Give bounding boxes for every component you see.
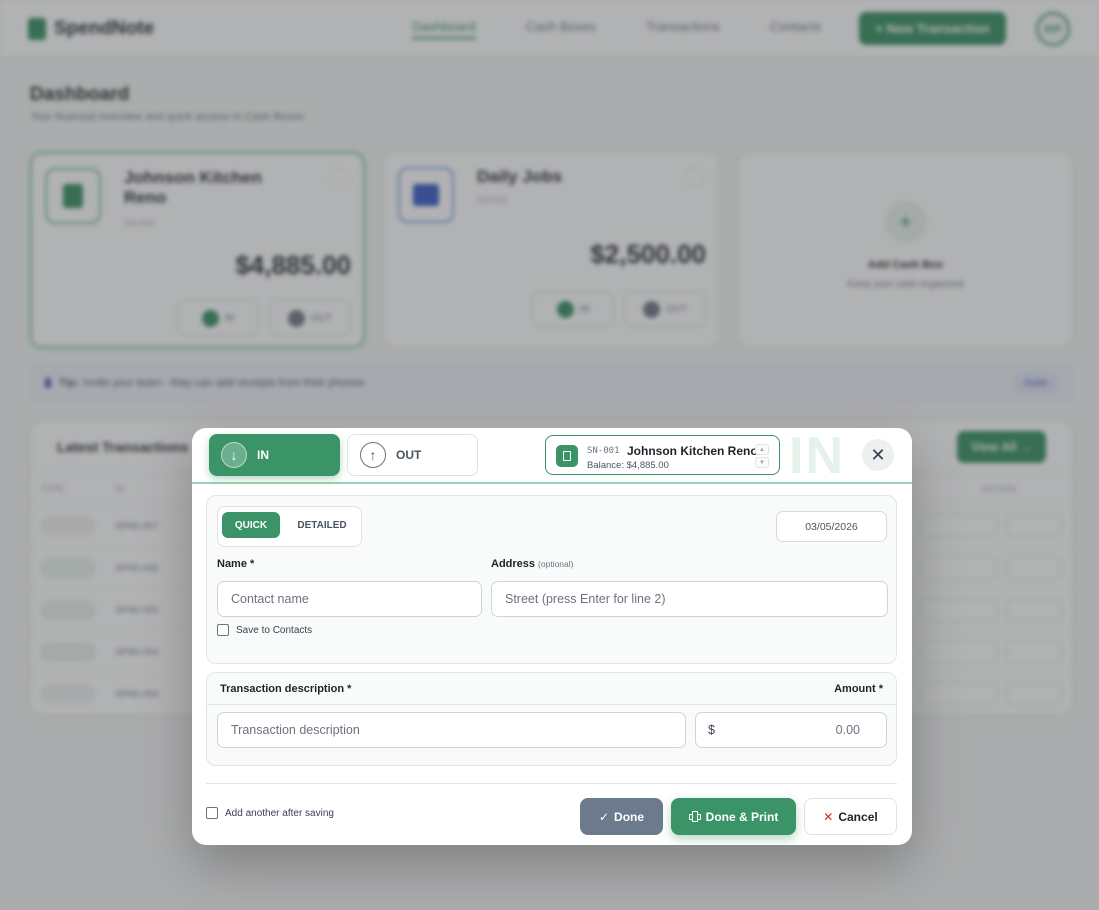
address-input[interactable] bbox=[491, 581, 888, 617]
transaction-section-header: Transaction description * Amount * bbox=[207, 673, 896, 705]
close-icon: ✕ bbox=[823, 809, 834, 824]
add-another-row[interactable]: Add another after saving bbox=[206, 807, 334, 819]
close-button[interactable]: ✕ bbox=[862, 439, 894, 471]
close-icon: ✕ bbox=[870, 444, 886, 465]
name-label: Name * bbox=[217, 558, 254, 570]
cash-box-icon bbox=[556, 445, 578, 467]
check-icon: ✓ bbox=[598, 809, 610, 824]
address-label: Address (optional) bbox=[491, 558, 573, 570]
date-input[interactable] bbox=[776, 511, 887, 542]
save-to-contacts-label: Save to Contacts bbox=[236, 624, 313, 636]
add-another-checkbox[interactable] bbox=[206, 807, 218, 819]
save-to-contacts-checkbox[interactable] bbox=[217, 624, 229, 636]
cash-box-id: SN-001 bbox=[587, 446, 620, 456]
amount-placeholder: 0.00 bbox=[835, 723, 860, 737]
direction-out-button[interactable]: ↑ OUT bbox=[347, 434, 478, 476]
printer-icon bbox=[688, 811, 701, 822]
amount-label: Amount * bbox=[834, 683, 883, 695]
direction-watermark: IN bbox=[789, 428, 845, 485]
cash-box-balance: Balance: $4,885.00 bbox=[587, 460, 669, 471]
cancel-button[interactable]: ✕ Cancel bbox=[804, 798, 897, 835]
cash-box-selector[interactable]: SN-001 Johnson Kitchen Reno Balance: $4,… bbox=[545, 435, 780, 475]
chevron-down-icon[interactable]: ▼ bbox=[755, 457, 769, 468]
mode-quick-tab[interactable]: QUICK bbox=[222, 512, 280, 538]
currency-symbol: $ bbox=[708, 723, 715, 737]
name-label-text: Name * bbox=[217, 558, 255, 570]
footer-divider bbox=[206, 783, 897, 784]
transaction-section: Transaction description * Amount * $ 0.0… bbox=[206, 672, 897, 766]
mode-toggle: QUICK DETAILED bbox=[217, 506, 362, 547]
contact-section: QUICK DETAILED Name * Address(optional) … bbox=[206, 495, 897, 664]
cancel-label: Cancel bbox=[838, 809, 878, 824]
address-label-text: Address bbox=[491, 558, 536, 570]
done-button[interactable]: ✓ Done bbox=[580, 798, 663, 835]
amount-input[interactable]: $ 0.00 bbox=[695, 712, 887, 748]
mode-detailed-tab[interactable]: DETAILED bbox=[290, 512, 354, 538]
description-input[interactable] bbox=[217, 712, 686, 748]
chevron-up-icon[interactable]: ▲ bbox=[755, 444, 769, 455]
modal-header: ↓ IN ↑ OUT SN-001 Johnson Kitchen Reno B… bbox=[192, 428, 912, 484]
direction-in-label: IN bbox=[257, 448, 269, 462]
contact-name-input[interactable] bbox=[217, 581, 482, 617]
arrow-down-icon: ↓ bbox=[221, 442, 247, 468]
done-and-print-button[interactable]: Done & Print bbox=[671, 798, 796, 835]
cash-box-name: Johnson Kitchen Reno bbox=[627, 444, 758, 458]
done-label: Done bbox=[614, 809, 645, 824]
direction-out-label: OUT bbox=[396, 448, 422, 462]
description-label: Transaction description * bbox=[220, 683, 352, 695]
arrow-up-icon: ↑ bbox=[360, 442, 386, 468]
new-transaction-modal: ↓ IN ↑ OUT SN-001 Johnson Kitchen Reno B… bbox=[192, 428, 912, 845]
save-to-contacts-row[interactable]: Save to Contacts bbox=[217, 624, 312, 636]
add-another-label: Add another after saving bbox=[225, 807, 334, 819]
address-optional: (optional) bbox=[538, 559, 574, 569]
done-print-label: Done & Print bbox=[705, 809, 779, 824]
direction-in-button[interactable]: ↓ IN bbox=[209, 434, 340, 476]
